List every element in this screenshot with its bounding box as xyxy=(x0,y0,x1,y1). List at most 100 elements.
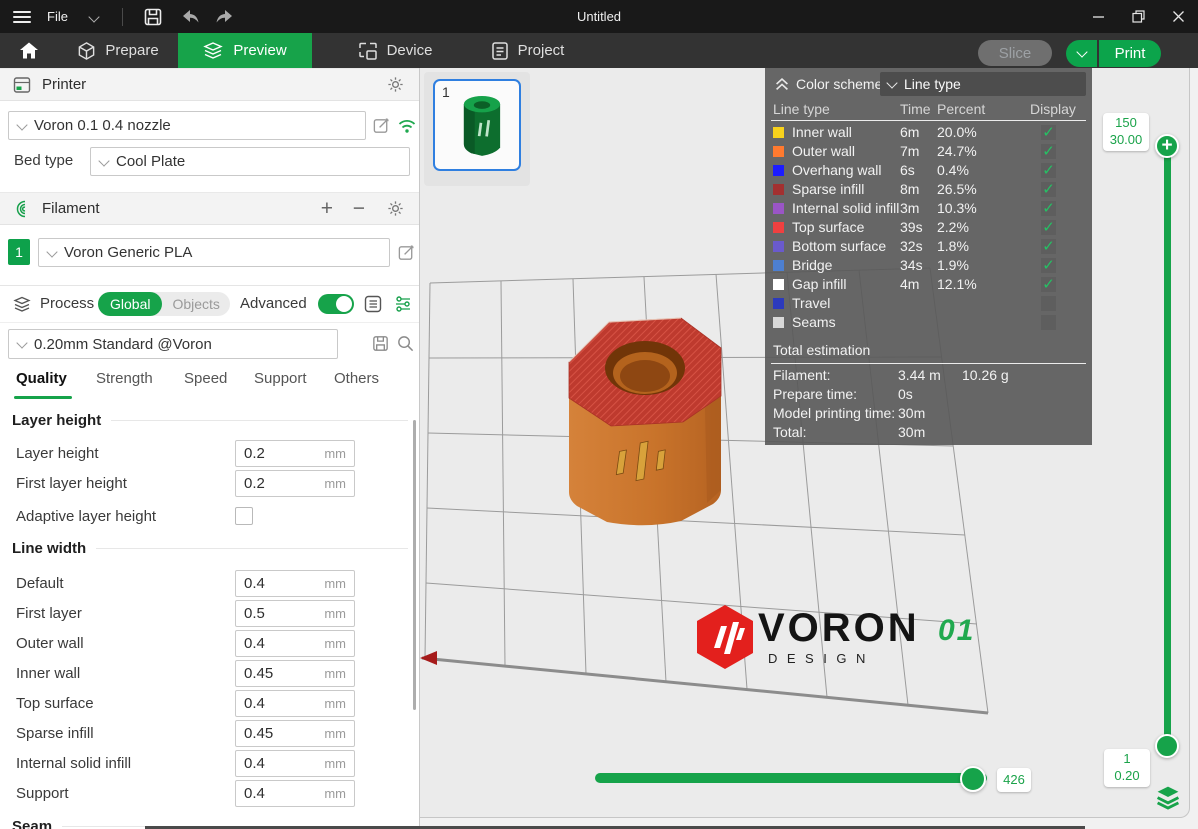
collapse-panel-icon[interactable] xyxy=(773,76,791,92)
remove-filament-button[interactable]: − xyxy=(353,197,365,221)
add-filament-button[interactable]: + xyxy=(321,197,333,221)
redo-icon xyxy=(214,7,236,27)
legend-row: Gap infill 4m 12.1% ✓ xyxy=(765,275,1092,294)
bed-type-select[interactable]: Cool Plate xyxy=(90,147,410,176)
plate-thumbnail-index: 1 xyxy=(442,84,450,100)
minimize-button[interactable] xyxy=(1078,0,1118,33)
layers-view-icon[interactable] xyxy=(1155,784,1181,810)
legend-row: Top surface 39s 2.2% ✓ xyxy=(765,218,1092,237)
process-section-label: Process xyxy=(40,295,94,312)
undo-button[interactable] xyxy=(179,0,201,33)
plate-logo-sub: DESIGN xyxy=(768,651,875,666)
layer-slider-top-handle[interactable]: + xyxy=(1155,134,1179,158)
slice-button[interactable]: Slice xyxy=(978,40,1052,66)
print-dropdown-button[interactable] xyxy=(1066,40,1097,67)
color-swatch xyxy=(773,260,784,271)
tab-device[interactable]: Device xyxy=(340,33,450,68)
color-swatch xyxy=(773,241,784,252)
param-value: 0.4 xyxy=(244,755,265,772)
param-unit: mm xyxy=(324,636,346,651)
tab-support[interactable]: Support xyxy=(254,370,307,387)
save-preset-icon[interactable] xyxy=(371,334,390,353)
sliced-model[interactable] xyxy=(555,300,735,528)
save-icon xyxy=(143,7,163,27)
parameter-list-icon[interactable] xyxy=(363,294,383,314)
scope-objects-option[interactable]: Objects xyxy=(162,296,229,312)
maximize-button[interactable] xyxy=(1118,0,1158,33)
line-width-first-layer-input[interactable]: 0.5mm xyxy=(235,600,355,627)
edit-printer-icon[interactable] xyxy=(372,116,391,135)
display-checkbox[interactable]: ✓ xyxy=(1041,182,1056,197)
layer-height-input[interactable]: 0.2 mm xyxy=(235,440,355,467)
tab-quality[interactable]: Quality xyxy=(16,370,67,387)
line-width-sparse-infill-input[interactable]: 0.45mm xyxy=(235,720,355,747)
wifi-icon[interactable] xyxy=(397,117,417,135)
display-checkbox[interactable]: ✓ xyxy=(1041,239,1056,254)
line-width-outer-wall-input[interactable]: 0.4mm xyxy=(235,630,355,657)
layer-slider-bottom-handle[interactable] xyxy=(1155,734,1179,758)
scope-global-option[interactable]: Global xyxy=(98,292,162,316)
home-tab[interactable] xyxy=(10,33,48,68)
save-button[interactable] xyxy=(143,0,163,33)
totals-value: 3.44 m xyxy=(898,367,941,383)
line-type-name: Bottom surface xyxy=(792,238,886,254)
gcode-move-slider-track[interactable] xyxy=(595,773,987,783)
display-checkbox[interactable]: ✓ xyxy=(1041,258,1056,273)
filament-settings-gear-icon[interactable] xyxy=(386,199,405,218)
display-checkbox[interactable]: ✓ xyxy=(1041,125,1056,140)
check-icon: ✓ xyxy=(1042,277,1055,292)
line-width-internal-solid-infill-input[interactable]: 0.4mm xyxy=(235,750,355,777)
viewport-3d[interactable]: VORON DESIGN 01 xyxy=(420,68,1190,818)
layer-slider-track[interactable] xyxy=(1164,147,1171,747)
tab-project[interactable]: Project xyxy=(475,33,580,68)
print-button[interactable]: Print xyxy=(1099,40,1161,67)
display-checkbox[interactable]: ✓ xyxy=(1041,220,1056,235)
line-width-support-input[interactable]: 0.4mm xyxy=(235,780,355,807)
process-scope-toggle[interactable]: Global Objects xyxy=(98,292,230,316)
filament-preset-select[interactable]: Voron Generic PLA xyxy=(38,238,390,267)
tab-device-label: Device xyxy=(387,42,433,59)
display-checkbox[interactable]: ✓ xyxy=(1041,201,1056,216)
gcode-move-slider-handle[interactable] xyxy=(960,766,986,792)
line-width-inner-wall-input[interactable]: 0.45mm xyxy=(235,660,355,687)
line-type-percent: 12.1% xyxy=(937,276,977,292)
edit-filament-icon[interactable] xyxy=(397,243,416,262)
color-scheme-select[interactable]: Line type xyxy=(880,72,1086,96)
close-button[interactable] xyxy=(1158,0,1198,33)
process-preset-select[interactable]: 0.20mm Standard @Voron xyxy=(8,329,338,359)
printer-preset-select[interactable]: Voron 0.1 0.4 nozzle xyxy=(8,111,366,140)
tab-strength[interactable]: Strength xyxy=(96,370,153,387)
search-icon[interactable] xyxy=(396,334,415,353)
printer-settings-gear-icon[interactable] xyxy=(386,75,405,94)
sidebar-scrollbar[interactable] xyxy=(413,420,416,710)
section-line-width-label: Line width xyxy=(12,540,86,557)
object-parameter-icon[interactable] xyxy=(394,294,412,314)
display-checkbox[interactable]: ✓ xyxy=(1041,277,1056,292)
first-layer-height-input[interactable]: 0.2 mm xyxy=(235,470,355,497)
redo-button[interactable] xyxy=(214,0,236,33)
plate-origin-arrow xyxy=(420,651,437,665)
display-checkbox[interactable]: ✓ xyxy=(1041,296,1056,311)
printer-section-label: Printer xyxy=(42,76,86,93)
file-menu[interactable]: File xyxy=(0,0,68,33)
adaptive-layer-height-checkbox[interactable] xyxy=(235,507,253,525)
display-checkbox[interactable]: ✓ xyxy=(1041,163,1056,178)
color-swatch xyxy=(773,165,784,176)
tab-speed[interactable]: Speed xyxy=(184,370,227,387)
line-type-time: 7m xyxy=(900,143,919,159)
plate-thumbnail-card: 1 xyxy=(424,72,530,186)
file-menu-expand[interactable] xyxy=(90,0,98,33)
tab-prepare[interactable]: Prepare xyxy=(68,33,168,68)
tab-others[interactable]: Others xyxy=(334,370,379,387)
chevron-down-icon xyxy=(98,155,109,166)
line-width-default-input[interactable]: 0.4mm xyxy=(235,570,355,597)
line-type-name: Travel xyxy=(792,295,830,311)
tab-preview[interactable]: Preview xyxy=(178,33,312,68)
plate-thumbnail[interactable]: 1 xyxy=(433,79,521,171)
filament-slot-badge[interactable]: 1 xyxy=(8,239,30,265)
display-checkbox[interactable]: ✓ xyxy=(1041,315,1056,330)
display-checkbox[interactable]: ✓ xyxy=(1041,144,1056,159)
line-width-top-surface-input[interactable]: 0.4mm xyxy=(235,690,355,717)
advanced-toggle[interactable] xyxy=(318,294,354,314)
param-label: Default xyxy=(16,575,64,592)
